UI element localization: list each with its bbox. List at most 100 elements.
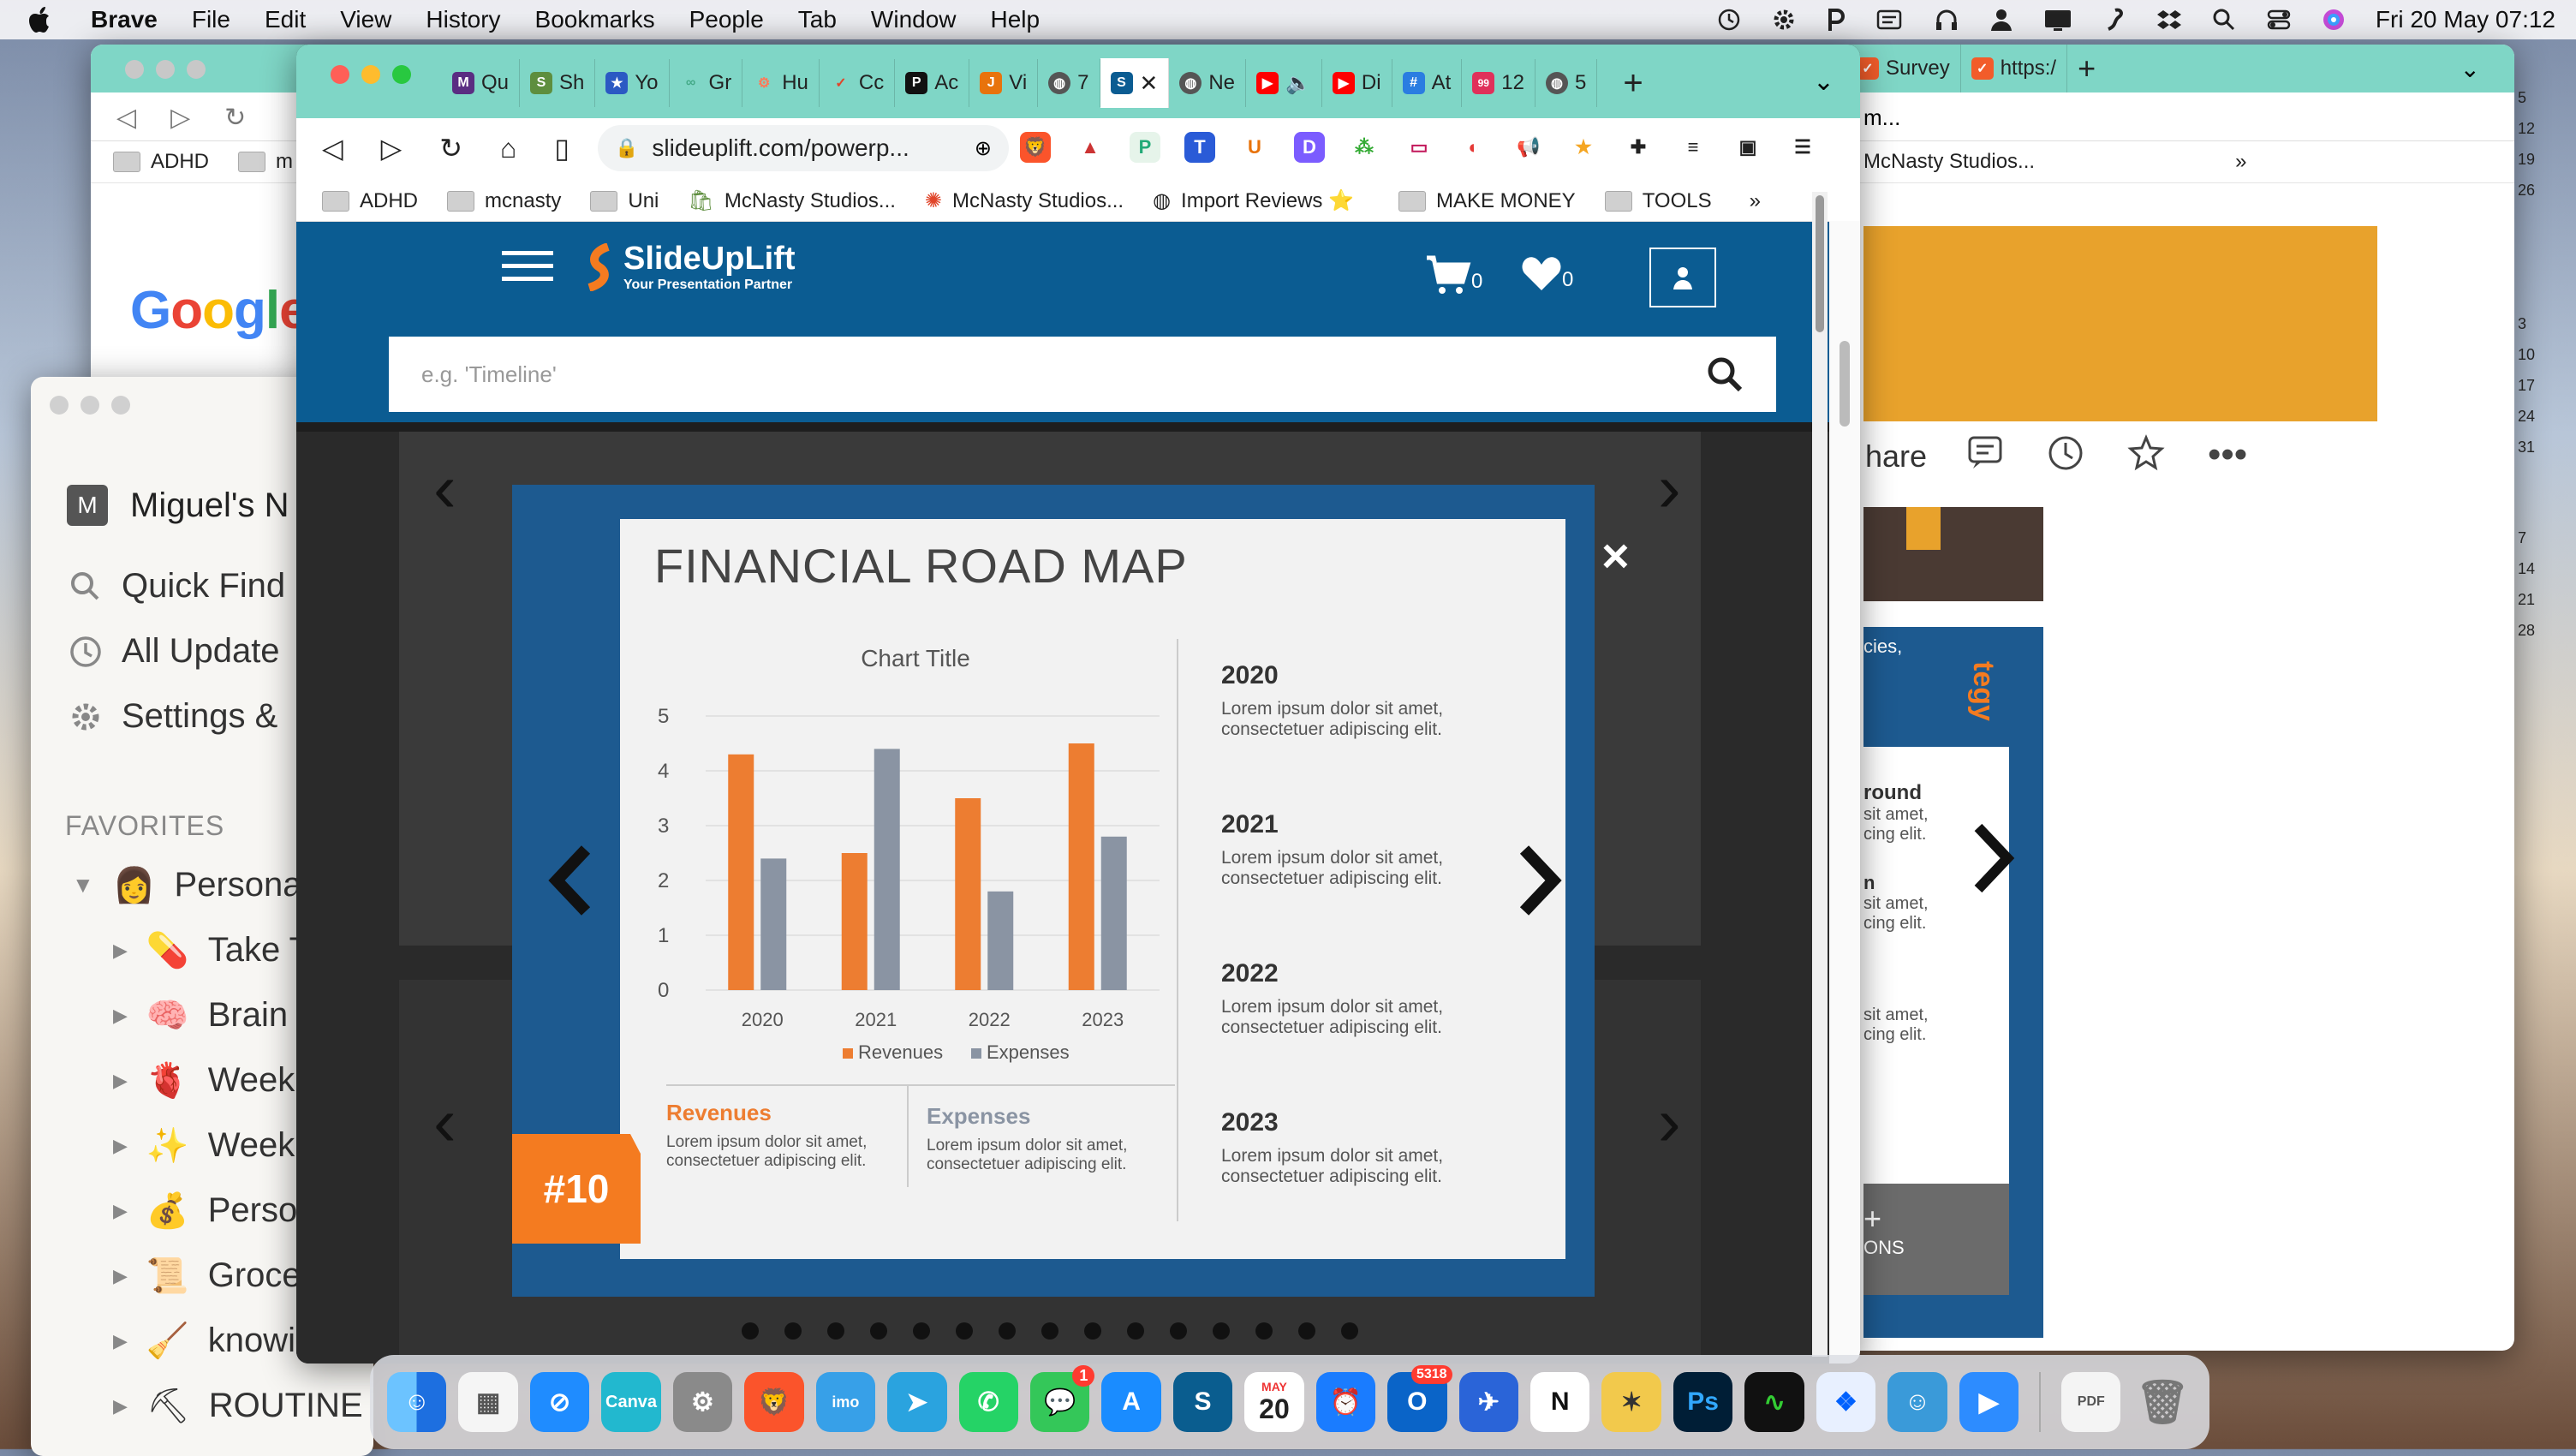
carousel-dot[interactable] <box>999 1322 1016 1340</box>
launchpad-icon[interactable]: ▦ <box>458 1372 518 1432</box>
notion-icon[interactable]: N <box>1530 1372 1590 1432</box>
favorite-item[interactable]: ▶ 🧠 Brain <box>113 995 288 1035</box>
favorite-item[interactable]: ▶ 🧹 knowin <box>113 1321 314 1361</box>
expand-triangle-icon[interactable]: ▶ <box>113 1200 128 1222</box>
control-center-icon[interactable] <box>2266 7 2292 33</box>
keyboard-icon[interactable] <box>1875 7 1905 33</box>
slideuplift-app-icon[interactable]: S <box>1172 1372 1233 1432</box>
reload-icon[interactable]: ↻ <box>224 103 246 133</box>
butterfly-app-icon[interactable]: ✶ <box>1601 1372 1661 1432</box>
avatar-app-icon[interactable]: ☺ <box>1887 1372 1947 1432</box>
menu-history[interactable]: History <box>426 6 500 33</box>
bg-prev-arrow-icon[interactable]: ‹ <box>433 449 456 528</box>
testflight-icon[interactable]: ✈ <box>1458 1372 1518 1432</box>
carousel-dot[interactable] <box>1213 1322 1230 1340</box>
tab[interactable]: J Vi <box>969 59 1039 107</box>
menu-edit[interactable]: Edit <box>265 6 306 33</box>
forward-button-icon[interactable]: ▷ <box>381 132 402 164</box>
bookmark-page-icon[interactable]: ▯ <box>554 132 569 164</box>
carousel-dot[interactable] <box>742 1322 759 1340</box>
gear-icon[interactable] <box>1771 7 1797 33</box>
zoom-window-button[interactable] <box>392 65 411 84</box>
dropbox-icon[interactable] <box>2156 7 2182 33</box>
bookmark-link[interactable]: ◍ Import Reviews ⭐ <box>1153 188 1354 213</box>
next-slide-arrow-icon[interactable] <box>1516 844 1564 921</box>
tab-search-chevron-icon[interactable]: ⌄ <box>1813 67 1834 97</box>
star-icon[interactable] <box>2127 433 2165 476</box>
carousel-dot[interactable] <box>1341 1322 1358 1340</box>
tab-active[interactable]: S ✕ <box>1100 58 1170 108</box>
menu-file[interactable]: File <box>192 6 230 33</box>
whatsapp-icon[interactable]: ✆ <box>958 1372 1018 1432</box>
imo-icon[interactable]: imo <box>815 1372 876 1432</box>
share-label[interactable]: hare <box>1865 439 1927 474</box>
tab[interactable]: # At <box>1392 59 1463 107</box>
new-tab-button[interactable]: + <box>1597 59 1668 107</box>
bookmark-folder[interactable]: mcnasty <box>447 189 561 213</box>
bookmark-m[interactable]: m <box>238 150 293 174</box>
page-scrollbar[interactable] <box>1812 192 1828 1357</box>
wallet-icon[interactable]: ▣ <box>1732 132 1763 163</box>
carousel-dot[interactable] <box>1041 1322 1058 1340</box>
expand-triangle-icon[interactable]: ▶ <box>113 940 128 962</box>
carousel-dot[interactable] <box>870 1322 887 1340</box>
close-window-button[interactable] <box>331 65 349 84</box>
menu-people[interactable]: People <box>689 6 764 33</box>
expand-triangle-icon[interactable]: ▶ <box>113 1070 128 1092</box>
favorite-item[interactable]: ▼ 👩 Persona <box>72 865 302 905</box>
tab[interactable]: P Ac <box>895 59 970 107</box>
wishlist-button[interactable]: 0 <box>1521 254 1573 292</box>
menu-view[interactable]: View <box>340 6 391 33</box>
menu-window[interactable]: Window <box>871 6 957 33</box>
bookmark-folder[interactable]: MAKE MONEY <box>1398 189 1576 213</box>
collapse-triangle-icon[interactable]: ▼ <box>72 872 94 898</box>
menu-help[interactable]: Help <box>991 6 1041 33</box>
spotlight-search-icon[interactable] <box>2211 7 2237 33</box>
extension-icon[interactable]: T <box>1184 132 1215 163</box>
tab[interactable]: S Sh <box>520 59 596 107</box>
favorite-item[interactable]: ▶ 💊 Take T <box>113 930 310 970</box>
carousel-dot[interactable] <box>784 1322 802 1340</box>
pushpin-p-icon[interactable] <box>1826 7 1846 33</box>
system-preferences-icon[interactable]: ⚙ <box>672 1372 733 1432</box>
menu-tab[interactable]: Tab <box>798 6 837 33</box>
scrollbar-thumb[interactable] <box>1816 195 1824 332</box>
back-button-icon[interactable]: ◁ <box>322 132 343 164</box>
favorite-item[interactable]: ▶ ⛏ ROUTINE <box>113 1386 363 1426</box>
app-name-menu[interactable]: Brave <box>91 6 158 33</box>
bookmarks-overflow[interactable]: » <box>1750 189 1761 213</box>
url-text[interactable]: slideuplift.com/powerp... <box>652 134 974 162</box>
tab[interactable]: 99 12 <box>1462 59 1535 107</box>
extension-icon[interactable]: U <box>1239 132 1270 163</box>
activity-monitor-icon[interactable]: ∿ <box>1744 1372 1804 1432</box>
comment-icon[interactable] <box>1966 434 2004 476</box>
scribble-icon[interactable] <box>2102 7 2127 33</box>
hamburger-menu-icon[interactable] <box>502 249 553 288</box>
extension-icon[interactable]: ◐ <box>1458 132 1489 163</box>
tab[interactable]: ◍ 7 <box>1038 59 1100 107</box>
bookmark-link[interactable]: 🛍 McNasty Studios... <box>688 188 896 213</box>
photoshop-icon[interactable]: Ps <box>1673 1372 1733 1432</box>
favorite-item[interactable]: ▶ 🫀 Week <box>113 1060 295 1101</box>
carousel-dot[interactable] <box>1255 1322 1273 1340</box>
expand-triangle-icon[interactable]: ▶ <box>113 1135 128 1157</box>
clock-text[interactable]: Fri 20 May 07:12 <box>2376 6 2555 33</box>
playlist-icon[interactable]: ≡ <box>1678 132 1708 163</box>
search-input[interactable]: e.g. 'Timeline' <box>389 337 1776 412</box>
finder-icon[interactable]: ☺ <box>387 1372 447 1432</box>
time-machine-icon[interactable] <box>1716 7 1742 33</box>
dropbox-icon[interactable]: ❖ <box>1816 1372 1876 1432</box>
audio-playing-icon[interactable]: 🔈 <box>1285 71 1311 96</box>
history-clock-icon[interactable] <box>2047 434 2084 476</box>
new-tab-button[interactable]: + <box>2067 45 2106 92</box>
settings[interactable]: Settings & <box>69 697 277 736</box>
video-extension-icon[interactable]: ▭ <box>1404 132 1434 163</box>
tab[interactable]: ▶ Di <box>1322 59 1392 107</box>
back-icon[interactable]: ◁ <box>116 103 136 133</box>
expand-triangle-icon[interactable]: ▶ <box>113 1395 128 1417</box>
expand-triangle-icon[interactable]: ▶ <box>113 1330 128 1352</box>
brave-icon[interactable]: 🦁 <box>744 1372 804 1432</box>
close-modal-icon[interactable]: × <box>1601 528 1630 583</box>
carousel-dot[interactable] <box>1127 1322 1144 1340</box>
extensions-puzzle-icon[interactable]: ✚ <box>1623 132 1654 163</box>
